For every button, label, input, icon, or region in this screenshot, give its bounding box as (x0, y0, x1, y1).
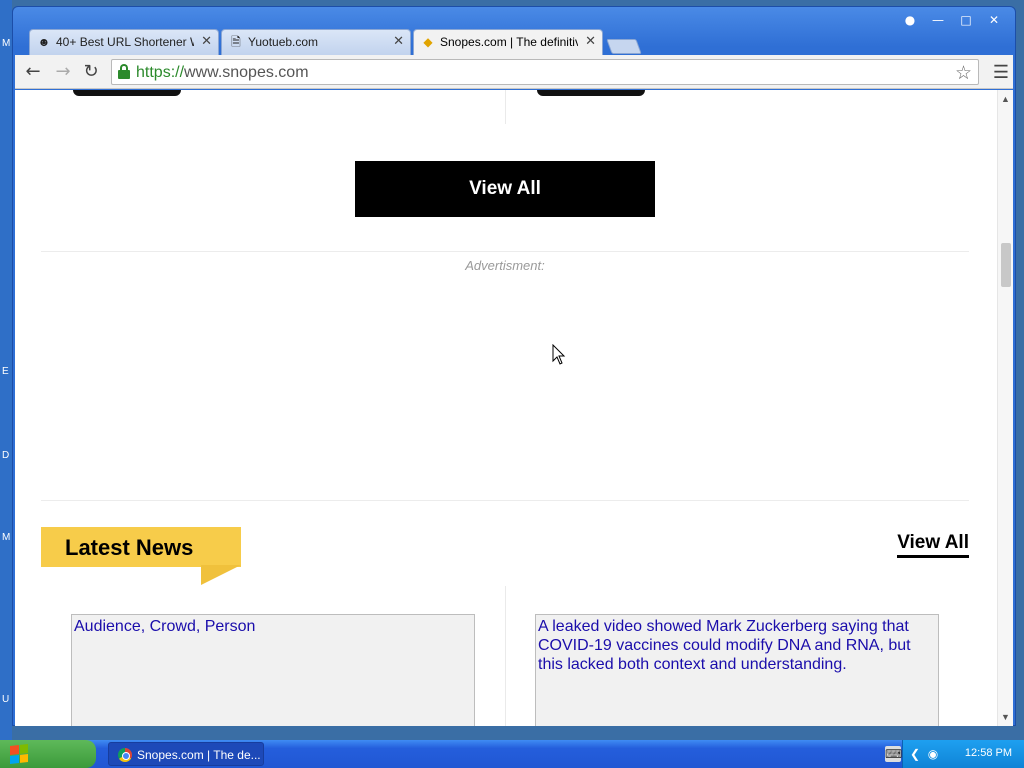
scroll-up-arrow-icon[interactable]: ▲ (1001, 94, 1010, 104)
news-card-image[interactable]: Audience, Crowd, Person (71, 614, 475, 726)
scroll-thumb[interactable] (1001, 243, 1011, 287)
close-tab-icon[interactable]: ✕ (393, 33, 404, 49)
new-tab-button[interactable] (606, 39, 642, 54)
latest-news-banner: Latest News (41, 527, 241, 585)
lock-icon (118, 64, 130, 79)
news-card-image[interactable]: A leaked video showed Mark Zuckerberg sa… (535, 614, 939, 726)
snopes-icon: ◆ (423, 35, 433, 49)
card-footer-pill (537, 90, 645, 96)
section-divider (41, 251, 969, 252)
column-divider (505, 586, 506, 726)
vertical-scrollbar[interactable]: ▲ ▼ (997, 90, 1013, 726)
section-divider (41, 500, 969, 501)
page-icon: 🗎 (231, 35, 241, 49)
start-button[interactable] (0, 740, 96, 768)
reload-icon[interactable]: ↻ (81, 62, 101, 82)
window-controls: ● — □ ✕ (897, 11, 1007, 29)
close-window-button[interactable]: ✕ (981, 11, 1007, 29)
news-card-alt-text: Audience, Crowd, Person (74, 618, 256, 635)
desktop-letter: M (2, 38, 11, 49)
taskbar: Snopes.com | The de... ⌨ ❮ ◉ 12:58 PM (0, 740, 1024, 768)
page-viewport: View All Advertisment: Latest News View … (15, 90, 1013, 726)
forward-arrow-icon[interactable]: → (53, 62, 73, 82)
keyboard-icon[interactable]: ⌨ (885, 746, 902, 762)
browser-window: ● — □ ✕ ☻ 40+ Best URL Shortener Website… (12, 6, 1016, 726)
tab-title: 40+ Best URL Shortener Websites (56, 35, 194, 49)
desktop-letter: M (2, 532, 11, 543)
tab-snopes[interactable]: ◆ Snopes.com | The definitive ✕ (413, 29, 603, 55)
taskbar-window-label: Snopes.com | The de... (137, 748, 261, 762)
windows-flag-icon (10, 744, 28, 764)
desktop-letter: E (2, 366, 9, 377)
address-url[interactable]: https://www.snopes.com (136, 64, 309, 82)
tab-url-shortener[interactable]: ☻ 40+ Best URL Shortener Websites ✕ (29, 29, 219, 55)
system-tray: ⌨ ❮ ◉ 12:58 PM (885, 740, 1024, 768)
browser-toolbar: ← → ↻ https://www.snopes.com ☆ ☰ (15, 55, 1013, 89)
minimize-button[interactable]: — (925, 11, 951, 29)
tab-yuotueb[interactable]: 🗎 Yuotueb.com ✕ (221, 29, 411, 55)
url-host: www.snopes.com (184, 64, 309, 81)
desktop-edge: M E D M U (0, 0, 12, 740)
latest-news-view-all-link[interactable]: View All (897, 532, 969, 558)
scroll-down-arrow-icon[interactable]: ▼ (1001, 712, 1010, 722)
tab-title: Snopes.com | The definitive (440, 35, 578, 49)
person-avatar-icon: ☻ (37, 35, 51, 49)
volume-icon[interactable]: ◉ (925, 746, 941, 762)
card-footer-pill (73, 90, 181, 96)
advertisement-label: Advertisment: (465, 258, 545, 273)
chrome-icon (118, 748, 132, 762)
close-tab-icon[interactable]: ✕ (585, 33, 596, 49)
news-card-alt-text: A leaked video showed Mark Zuckerberg sa… (538, 618, 911, 673)
tab-strip: ☻ 40+ Best URL Shortener Websites ✕ 🗎 Yu… (23, 29, 723, 55)
maximize-button[interactable]: □ (953, 11, 979, 29)
clock: 12:58 PM (964, 747, 1012, 759)
close-tab-icon[interactable]: ✕ (201, 33, 212, 49)
address-bar[interactable]: https://www.snopes.com ☆ (111, 59, 979, 85)
back-arrow-icon[interactable]: ← (23, 62, 43, 82)
tab-title: Yuotueb.com (248, 35, 319, 49)
bookmark-star-icon[interactable]: ☆ (955, 62, 972, 85)
latest-news-heading: Latest News (65, 535, 194, 560)
column-divider (505, 90, 506, 124)
taskbar-chrome-window[interactable]: Snopes.com | The de... (108, 742, 264, 766)
desktop-letter: U (2, 694, 10, 705)
desktop-letter: D (2, 450, 10, 461)
tray-expand-icon[interactable]: ❮ (907, 746, 923, 762)
mouse-cursor-icon (552, 344, 566, 365)
view-all-button[interactable]: View All (355, 161, 655, 217)
url-scheme: https:// (136, 64, 185, 81)
profile-icon[interactable]: ● (897, 11, 923, 29)
menu-icon[interactable]: ☰ (993, 62, 1009, 83)
